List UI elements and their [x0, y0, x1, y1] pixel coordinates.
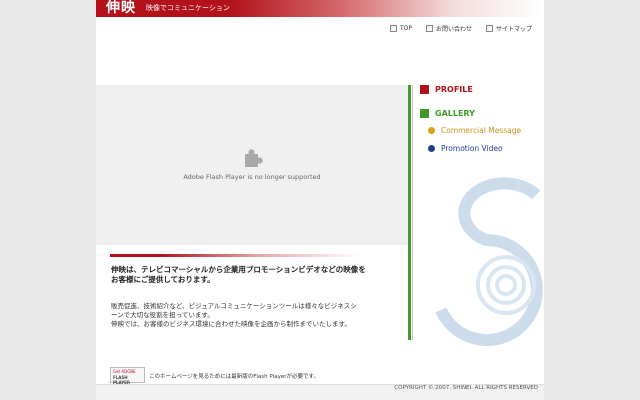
square-bullet-icon — [485, 25, 493, 32]
nav-profile[interactable]: PROFILE — [420, 85, 473, 94]
flash-unsupported-message: Adobe Flash Player is no longer supporte… — [183, 173, 321, 181]
nav-top-link[interactable]: TOP — [389, 24, 412, 33]
nav-sitemap-link[interactable]: サイトマップ — [485, 24, 532, 33]
intro-headline: 伸映は、テレビコマーシャルから企業用プロモーションビデオなどの映像を お客様にご… — [111, 265, 391, 285]
body-line-2: ーンで大切な役割を担っています。 — [111, 311, 214, 319]
shinei-logo-watermark — [435, 177, 543, 346]
nav-profile-label: PROFILE — [435, 85, 473, 94]
headline-line-2: お客様にご提供しております。 — [111, 275, 215, 284]
content-divider — [110, 254, 360, 257]
nav-commercial-message[interactable]: Commercial Message — [428, 126, 521, 135]
square-bullet-icon — [389, 25, 397, 32]
yellow-dot-icon — [428, 127, 435, 134]
green-divider-line — [408, 85, 411, 340]
body-line-3: 伸映では、お客様のビジネス環境に合わせた映像を企画から制作までいたします。 — [111, 320, 351, 328]
nav-gallery-label: GALLERY — [435, 109, 475, 118]
puzzle-piece-icon — [245, 149, 263, 167]
header-bar: 伸映 映像でコミュニケーション — [96, 0, 544, 17]
copyright: COPYRIGHT © 2007. SHINEI. ALL RIGHTS RES… — [394, 385, 538, 391]
nav-promotion-video[interactable]: Promotion Video — [428, 144, 503, 153]
square-bullet-icon — [425, 25, 433, 32]
nav-contact-link[interactable]: お問い合わせ — [425, 24, 472, 33]
accent-divider-line — [412, 85, 413, 340]
red-square-icon — [420, 85, 429, 94]
intro-body: 販売促進、技術紹介など、ビジュアルコミュニケーションツールは様々なビジネスシ ー… — [111, 302, 391, 329]
logo[interactable]: 伸映 — [106, 0, 136, 17]
badge-top-text: Get ADOBE — [113, 369, 136, 374]
nav-promotion-label: Promotion Video — [441, 144, 503, 153]
nav-top-label: TOP — [399, 25, 412, 32]
blue-dot-icon — [428, 145, 435, 152]
top-nav: TOP お問い合わせ サイトマップ — [389, 24, 532, 33]
page: 伸映 映像でコミュニケーション TOP お問い合わせ サイトマップ Adobe … — [96, 0, 544, 400]
body-line-1: 販売促進、技術紹介など、ビジュアルコミュニケーションツールは様々なビジネスシ — [111, 302, 357, 310]
nav-commercial-label: Commercial Message — [441, 126, 522, 135]
headline-line-1: 伸映は、テレビコマーシャルから企業用プロモーションビデオなどの映像を — [111, 265, 366, 274]
nav-sitemap-label: サイトマップ — [495, 26, 532, 33]
flash-requirement-note: このホームページを見るためには最新版のFlash Playerが必要です。 — [149, 374, 319, 380]
green-square-icon — [420, 109, 429, 118]
nav-contact-label: お問い合わせ — [435, 26, 472, 33]
nav-gallery[interactable]: GALLERY — [420, 109, 475, 118]
get-flash-player-badge[interactable]: Get ADOBE FLASH PLAYER — [110, 367, 145, 385]
tagline: 映像でコミュニケーション — [146, 4, 230, 12]
